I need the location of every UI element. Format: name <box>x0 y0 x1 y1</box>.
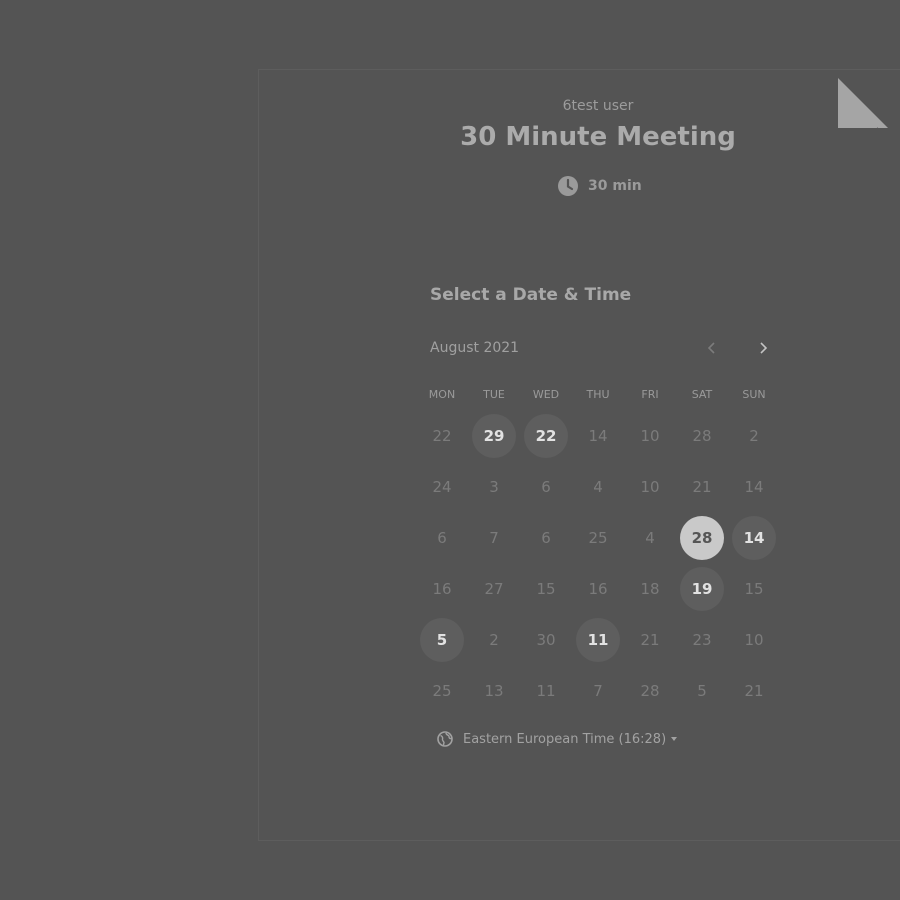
weekday-header: MON TUE WED THU FRI SAT SUN <box>416 385 780 405</box>
event-owner-name: 6test user <box>562 98 634 114</box>
calendar-day: 15 <box>536 579 556 598</box>
calendar-day: 24 <box>432 477 452 496</box>
calendar-day: 30 <box>536 630 556 649</box>
weekday-label: THU <box>586 388 610 401</box>
chevron-right-icon <box>760 342 768 354</box>
calendar-day: 14 <box>588 426 608 445</box>
weekday-label: WED <box>532 388 560 401</box>
select-date-heading: Select a Date & Time <box>430 285 632 305</box>
month-label: August 2021 <box>430 340 520 356</box>
calendar-week-row: 22 29 22 14 10 28 2 <box>416 410 780 461</box>
calendar-day: 4 <box>645 528 655 547</box>
calendar-week-row: 25 13 11 7 28 5 21 <box>416 665 780 716</box>
calendar-day: 21 <box>640 630 660 649</box>
weekday-label: FRI <box>641 388 659 401</box>
calendar-day: 2 <box>489 630 499 649</box>
calendar-day: 10 <box>640 477 660 496</box>
weekday-label: MON <box>428 388 456 401</box>
calendar-weeks: 22 29 22 14 10 28 2 24 3 6 4 10 21 14 6 7 6 25 4 28 14 16 27 15… <box>416 410 780 716</box>
weekday-label: SAT <box>691 388 713 401</box>
chevron-left-icon <box>707 342 715 354</box>
calendar-day: 7 <box>489 528 499 547</box>
calendar-day: 3 <box>489 477 499 496</box>
weekday-label: TUE <box>483 388 505 401</box>
caret-down-icon <box>671 737 678 741</box>
calendar-grid: MON TUE WED THU FRI SAT SUN 22 29 22 14 10 28… <box>416 385 780 716</box>
calendar-day: 21 <box>744 681 764 700</box>
calendar-day-selected[interactable]: 28 <box>680 515 724 560</box>
calendar-day: 15 <box>744 579 764 598</box>
clock-icon <box>558 176 578 196</box>
calendar-day-available[interactable]: 11 <box>576 617 620 662</box>
timezone-label: Eastern European Time (16:28) <box>463 731 667 747</box>
event-duration: 30 min <box>558 176 642 196</box>
calendar-day: 21 <box>692 477 712 496</box>
calendar-week-row: 5 2 30 11 21 23 10 <box>416 614 780 665</box>
duration-label: 30 min <box>588 178 642 194</box>
calendar-day-available[interactable]: 14 <box>732 515 776 560</box>
globe-icon <box>437 731 453 747</box>
calendar-day: 23 <box>692 630 712 649</box>
calendar-day-available[interactable]: 29 <box>472 413 516 458</box>
calendar-day: 16 <box>432 579 452 598</box>
calendar-day: 25 <box>588 528 608 547</box>
calendar-day: 16 <box>588 579 608 598</box>
calendar-week-row: 24 3 6 4 10 21 14 <box>416 461 780 512</box>
calendar-day: 7 <box>593 681 603 700</box>
calendar-day: 25 <box>432 681 452 700</box>
previous-month-button[interactable] <box>700 336 724 360</box>
calendar-day: 10 <box>744 630 764 649</box>
event-title: 30 Minute Meeting <box>460 122 736 152</box>
timezone-selector[interactable]: Eastern European Time (16:28) <box>437 730 678 748</box>
calendar-day: 28 <box>640 681 660 700</box>
next-month-button[interactable] <box>751 336 775 360</box>
calendar-day-available[interactable]: 5 <box>420 617 464 662</box>
calendar-day: 14 <box>744 477 764 496</box>
calendar-day: 27 <box>484 579 504 598</box>
calendar-day: 2 <box>749 426 759 445</box>
calendar-day: 11 <box>536 681 556 700</box>
calendar-day: 22 <box>432 426 452 445</box>
calendar-day: 5 <box>697 681 707 700</box>
calendar-day: 4 <box>593 477 603 496</box>
powered-by-ribbon[interactable]: Po Cale <box>838 66 900 128</box>
calendar-day: 6 <box>541 528 551 547</box>
calendar-day: 18 <box>640 579 660 598</box>
weekday-label: SUN <box>742 388 766 401</box>
calendar-day-available[interactable]: 19 <box>680 566 724 611</box>
calendar-day: 6 <box>541 477 551 496</box>
calendar-day-available[interactable]: 22 <box>524 413 568 458</box>
calendar-week-row: 16 27 15 16 18 19 15 <box>416 563 780 614</box>
calendar-day: 28 <box>692 426 712 445</box>
calendar-day: 6 <box>437 528 447 547</box>
calendar-week-row: 6 7 6 25 4 28 14 <box>416 512 780 563</box>
calendar-day: 13 <box>484 681 504 700</box>
calendar-day: 10 <box>640 426 660 445</box>
